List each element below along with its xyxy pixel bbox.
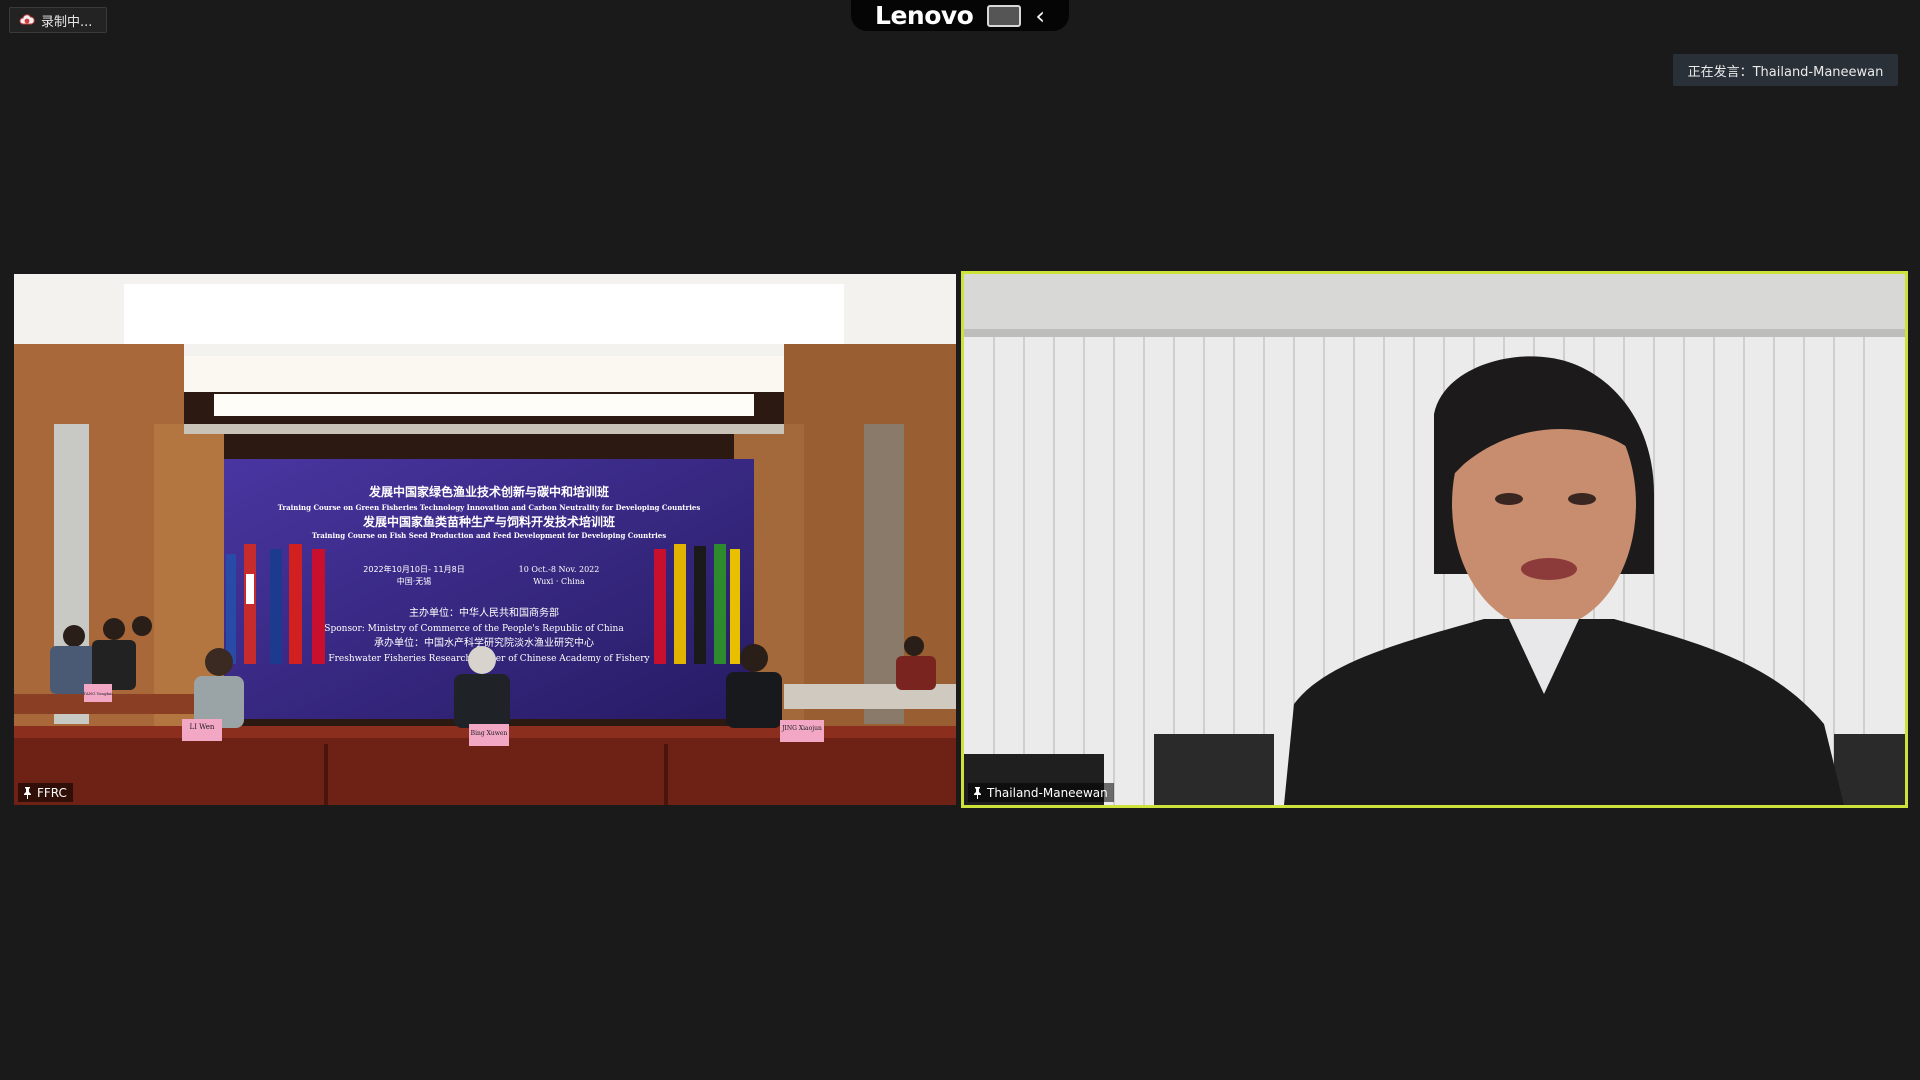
pin-icon [974,787,981,799]
banner-title-cn-1: 发展中国家绿色渔业技术创新与碳中和培训班 [368,484,609,499]
participant-name-tag: FFRC [18,783,73,802]
video-tile-thailand-maneewan[interactable]: Thailand-Maneewan [961,271,1908,808]
video-tile-ffrc[interactable]: 发展中国家绿色渔业技术创新与碳中和培训班 Training Course on … [14,274,956,805]
brand-bar: Lenovo ‹ [851,0,1069,31]
banner-date-en: 10 Oct.-8 Nov. 2022 [519,565,600,574]
chevron-left-icon[interactable]: ‹ [1035,4,1045,28]
nameplate-jing: JING Xiaojun [781,725,822,732]
screen-share-icon[interactable] [987,4,1022,27]
participant-name-tag: Thailand-Maneewan [968,783,1114,802]
banner-date-cn: 2022年10月10日- 11月8日 [363,564,464,574]
banner-sponsor-cn: 主办单位：中华人民共和国商务部 [409,606,559,619]
nameplate-li: LI Wen [190,723,215,731]
banner-title-en-2: Training Course on Fish Seed Production … [312,531,666,540]
speaking-label: 正在发言：Thailand-Maneewan [1687,64,1884,80]
banner-place-cn: 中国·无锡 [397,576,432,586]
participant-name: Thailand-Maneewan [987,785,1108,800]
banner-sponsor-en: Sponsor: Ministry of Commerce of the Peo… [324,624,624,634]
recording-indicator[interactable]: 录制中... [9,7,107,33]
cloud-record-icon [19,14,35,25]
speaking-indicator: 正在发言：Thailand-Maneewan [1673,54,1898,86]
pin-icon [24,787,31,799]
video-frame-conference-room: 发展中国家绿色渔业技术创新与碳中和培训班 Training Course on … [14,274,956,805]
banner-place-en: Wuxi · China [533,577,585,586]
banner-title-cn-2: 发展中国家鱼类苗种生产与饲料开发技术培训班 [362,514,615,529]
banner-title-en-1: Training Course on Green Fisheries Techn… [278,503,701,512]
recording-label: 录制中... [41,14,93,30]
video-frame-speaker [964,274,1905,805]
participant-name: FFRC [37,785,67,800]
nameplate-tang: TANG Yongkai [83,691,113,696]
brand-logo: Lenovo [875,1,974,30]
nameplate-bing: Bing Xuwen [471,730,508,737]
